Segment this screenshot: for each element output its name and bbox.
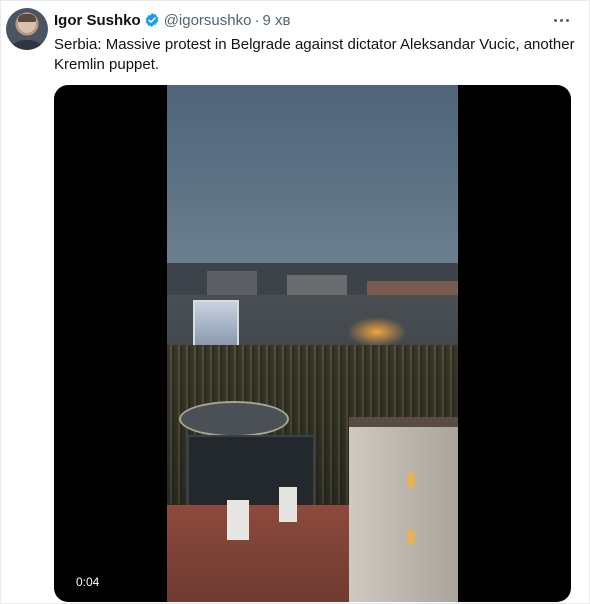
video-light-glow <box>347 317 407 347</box>
verified-badge-icon <box>145 13 158 27</box>
tweet-text: Serbia: Massive protest in Belgrade agai… <box>54 36 575 73</box>
video-window <box>407 473 415 487</box>
avatar-shoulders <box>11 40 43 50</box>
avatar[interactable] <box>6 8 48 50</box>
avatar-hair <box>18 14 36 22</box>
video-roof <box>167 505 367 602</box>
video-window <box>407 530 415 544</box>
more-options-icon[interactable] <box>550 11 572 29</box>
video-plaza <box>179 401 289 437</box>
tweet-header: Igor Sushko @igorsushko · 9 хв <box>54 10 290 30</box>
video-timestamp: 0:04 <box>76 575 100 589</box>
video-chimney <box>227 500 249 540</box>
author-name[interactable]: Igor Sushko <box>54 12 141 29</box>
video-frame <box>167 85 458 602</box>
tweet-card[interactable]: Igor Sushko @igorsushko · 9 хв Serbia: M… <box>0 0 590 604</box>
more-dot <box>553 18 557 22</box>
more-dot <box>559 18 563 22</box>
author-handle[interactable]: @igorsushko <box>164 12 252 29</box>
video-tower <box>349 427 458 602</box>
video-player[interactable]: 0:04 <box>54 85 571 602</box>
tweet-time[interactable]: 9 хв <box>262 12 290 29</box>
separator-dot: · <box>254 11 260 29</box>
video-sky <box>167 85 458 275</box>
video-chimney <box>279 487 297 522</box>
more-dot <box>565 18 569 22</box>
